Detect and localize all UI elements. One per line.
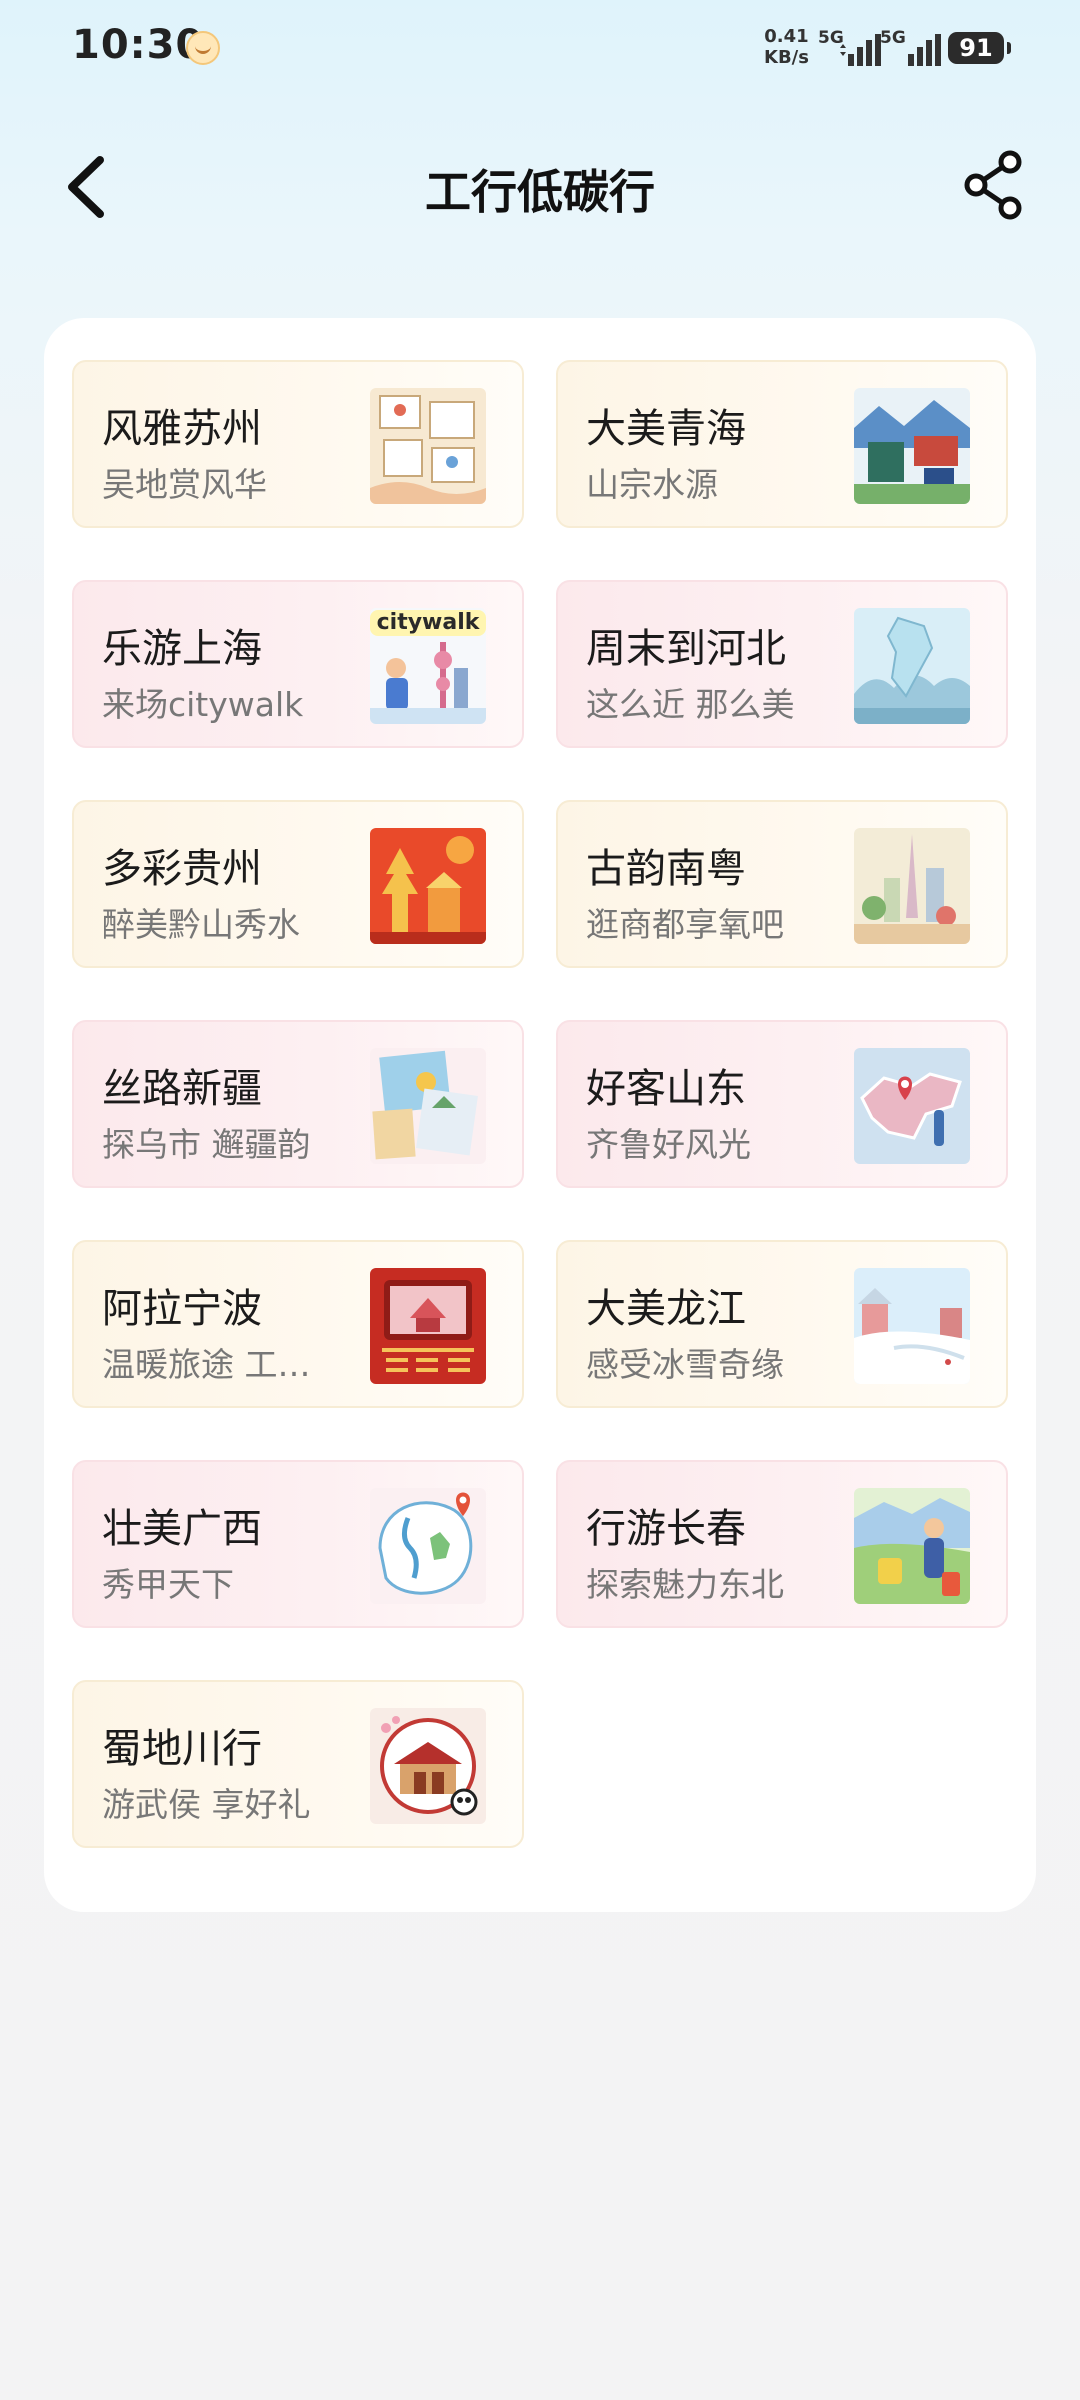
card-subtitle: 醉美黔山秀水 [102,905,300,944]
card-subtitle: 游武侯 享好礼 [102,1785,311,1824]
guangxi-map-illustration-icon [370,1488,486,1604]
city-card-nanyue[interactable]: 古韵南粤 逛商都享氧吧 [556,800,1008,968]
signal-bars-icon-2 [908,34,941,66]
card-subtitle: 温暖旅途 工… [102,1345,311,1384]
network-speed-value: 0.41 [764,26,809,47]
card-subtitle: 探索魅力东北 [586,1565,784,1604]
signal-strength-icon-2: 5G [880,28,944,68]
guangdong-illustration-icon [854,828,970,944]
signal-bars-icon [840,34,881,66]
card-subtitle: 秀甲天下 [102,1565,234,1604]
card-title: 好客山东 [586,1066,746,1112]
card-subtitle: 感受冰雪奇缘 [586,1345,784,1384]
citywalk-badge: citywalk [376,610,480,635]
city-card-shandong[interactable]: 好客山东 齐鲁好风光 [556,1020,1008,1188]
card-title: 多彩贵州 [102,846,262,892]
card-title: 古韵南粤 [586,846,746,892]
status-time: 10:30 [72,22,205,68]
city-card-guangxi[interactable]: 壮美广西 秀甲天下 [72,1460,524,1628]
heilongjiang-illustration-icon [854,1268,970,1384]
city-card-hebei[interactable]: 周末到河北 这么近 那么美 [556,580,1008,748]
card-title: 风雅苏州 [102,406,262,452]
card-title: 大美龙江 [586,1286,746,1332]
status-bar: 10:30 0.41 KB/s 5G 5G 91 [0,0,1080,100]
card-title: 大美青海 [586,406,746,452]
suzhou-illustration-icon [370,388,486,504]
card-title: 壮美广西 [102,1506,262,1552]
network-speed: 0.41 KB/s [764,26,809,68]
card-title: 行游长春 [586,1506,746,1552]
city-card-suzhou[interactable]: 风雅苏州 吴地赏风华 [72,360,524,528]
network-speed-unit: KB/s [764,47,809,68]
card-subtitle: 这么近 那么美 [586,685,795,724]
city-card-longjiang[interactable]: 大美龙江 感受冰雪奇缘 [556,1240,1008,1408]
card-subtitle: 齐鲁好风光 [586,1125,751,1164]
battery-icon: 91 [948,32,1011,64]
card-title: 周末到河北 [586,626,786,672]
card-subtitle: 逛商都享氧吧 [586,905,784,944]
ningbo-illustration-icon [370,1268,486,1384]
notification-avatar-icon [186,31,220,65]
hebei-map-illustration-icon [854,608,970,724]
city-card-ningbo[interactable]: 阿拉宁波 温暖旅途 工… [72,1240,524,1408]
city-card-shudi[interactable]: 蜀地川行 游武侯 享好礼 [72,1680,524,1848]
qinghai-illustration-icon [854,388,970,504]
card-title: 丝路新疆 [102,1066,262,1112]
city-card-xinjiang[interactable]: 丝路新疆 探乌市 邂疆韵 [72,1020,524,1188]
city-list-panel: 风雅苏州 吴地赏风华 大美青海 山宗水源 乐游上海 来场citywalk cit… [44,318,1036,1912]
signal-strength-icon: 5G [818,28,882,68]
changchun-illustration-icon [854,1488,970,1604]
city-card-guizhou[interactable]: 多彩贵州 醉美黔山秀水 [72,800,524,968]
guizhou-illustration-icon [370,828,486,944]
card-subtitle: 来场citywalk [102,685,304,724]
card-subtitle: 探乌市 邂疆韵 [102,1125,311,1164]
city-card-changchun[interactable]: 行游长春 探索魅力东北 [556,1460,1008,1628]
xinjiang-illustration-icon [370,1048,486,1164]
card-title: 乐游上海 [102,626,262,672]
card-subtitle: 吴地赏风华 [102,465,267,504]
card-title: 阿拉宁波 [102,1286,262,1332]
city-card-qinghai[interactable]: 大美青海 山宗水源 [556,360,1008,528]
card-title: 蜀地川行 [102,1726,262,1772]
share-icon[interactable] [958,150,1028,220]
sichuan-illustration-icon [370,1708,486,1824]
shandong-map-illustration-icon [854,1048,970,1164]
city-card-shanghai[interactable]: 乐游上海 来场citywalk citywalk [72,580,524,748]
card-subtitle: 山宗水源 [586,465,718,504]
page-title: 工行低碳行 [425,165,655,219]
shanghai-illustration-icon: citywalk [370,608,486,724]
